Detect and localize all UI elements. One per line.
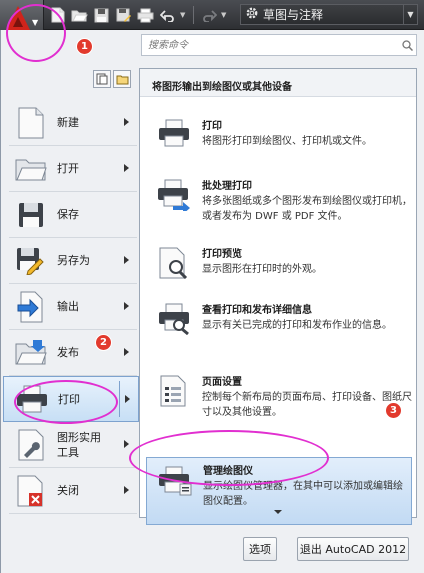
menu-item-label: 图形实用 工具 xyxy=(57,430,101,459)
new-file-icon xyxy=(11,103,51,143)
save-as-icon[interactable] xyxy=(114,6,133,25)
gear-icon xyxy=(245,6,259,23)
submenu-arrow-icon xyxy=(124,486,129,494)
menu-item-save-as[interactable]: 另存为 xyxy=(9,238,137,284)
chevron-down-icon[interactable]: ▼ xyxy=(403,5,417,24)
callout-badge-2: 2 xyxy=(95,334,112,351)
page-setup-icon xyxy=(154,375,194,415)
open-folder-icon[interactable] xyxy=(70,6,89,25)
submenu-arrow-icon xyxy=(124,302,129,310)
workspace-name: 草图与注释 xyxy=(263,8,324,22)
search-bar xyxy=(141,34,417,56)
submenu-item-title: 页面设置 xyxy=(202,377,242,388)
panel-title: 将图形输出到绘图仪或其他设备 xyxy=(140,69,416,97)
undo-icon[interactable] xyxy=(158,6,177,25)
submenu-item-batch-plot[interactable]: 批处理打印 将多张图纸或多个图形发布到绘图仪或打印机，或者发布为 DWF 或 P… xyxy=(146,173,412,239)
highlight-ring-app-button xyxy=(6,4,66,62)
recent-docs-toolbar xyxy=(93,70,131,88)
menu-item-close[interactable]: 关闭 xyxy=(9,468,137,514)
submenu-item-description: 显示有关已完成的打印和发布作业的信息。 xyxy=(202,320,392,331)
callout-badge-3: 3 xyxy=(385,402,402,419)
submenu-arrow-icon xyxy=(124,164,129,172)
batch-plot-icon xyxy=(154,179,194,219)
close-file-icon xyxy=(11,471,51,511)
menu-item-save[interactable]: 保存 xyxy=(9,192,137,238)
options-button[interactable]: 选项 xyxy=(243,537,277,561)
submenu-arrow-icon xyxy=(124,118,129,126)
publish-icon xyxy=(11,333,51,373)
submenu-item-plot-preview[interactable]: 打印预览 显示图形在打印时的外观。 xyxy=(146,241,412,303)
menu-item-label: 新建 xyxy=(57,116,79,129)
submenu-item-description: 控制每个新布局的页面布局、打印设备、图纸尺寸以及其他设置。 xyxy=(202,392,412,418)
submenu-item-plot[interactable]: 打印 将图形打印到绘图仪、打印机或文件。 xyxy=(146,113,412,175)
redo-dropdown-icon[interactable]: ▼ xyxy=(221,11,229,19)
callout-badge-1: 1 xyxy=(76,38,93,55)
quick-access-toolbar: ▼ ▼ xyxy=(48,4,229,26)
open-documents-icon[interactable] xyxy=(113,70,131,88)
menu-item-label: 打开 xyxy=(57,162,79,175)
submenu-item-description: 显示图形在打印时的外观。 xyxy=(202,264,322,275)
application-menu: 新建 打开 保存 另存为 输出 xyxy=(0,30,424,573)
save-disk-icon xyxy=(11,195,51,235)
submenu-item-title: 查看打印和发布详细信息 xyxy=(202,305,312,316)
menu-item-label: 输出 xyxy=(57,300,79,313)
recent-documents-icon[interactable] xyxy=(93,70,111,88)
menu-item-export[interactable]: 输出 xyxy=(9,284,137,330)
print-icon[interactable] xyxy=(136,6,155,25)
menu-item-label: 关闭 xyxy=(57,484,79,497)
submenu-arrow-icon xyxy=(124,256,129,264)
open-folder-icon xyxy=(11,149,51,189)
menu-item-label: 另存为 xyxy=(57,254,90,267)
submenu-arrow-icon[interactable] xyxy=(125,395,130,403)
submenu-item-description: 将多张图纸或多个图形发布到绘图仪或打印机，或者发布为 DWF 或 PDF 文件。 xyxy=(202,196,412,222)
submenu-item-title: 批处理打印 xyxy=(202,181,252,192)
workspace-switcher[interactable]: 草图与注释 ▼ xyxy=(240,4,418,25)
submenu-item-view-plot-details[interactable]: 查看打印和发布详细信息 显示有关已完成的打印和发布作业的信息。 xyxy=(146,297,412,363)
menu-item-publish[interactable]: 发布 xyxy=(9,330,137,376)
undo-dropdown-icon[interactable]: ▼ xyxy=(180,11,188,19)
exit-autocad-button[interactable]: 退出 AutoCAD 2012 xyxy=(297,537,409,561)
submenu-arrow-icon xyxy=(124,440,129,448)
printer-icon xyxy=(154,119,194,159)
export-icon xyxy=(11,287,51,327)
highlight-ring-print xyxy=(14,380,118,424)
command-list: 新建 打开 保存 另存为 输出 发布 打印 图形实用 工具 关闭 xyxy=(3,100,139,514)
scroll-down-arrow-icon[interactable] xyxy=(140,507,416,517)
menu-item-drawing-utilities[interactable]: 图形实用 工具 xyxy=(9,422,137,468)
search-icon[interactable] xyxy=(398,39,416,51)
submenu-item-page-setup[interactable]: 页面设置 控制每个新布局的页面布局、打印设备、图纸尺寸以及其他设置。 xyxy=(146,369,412,435)
wrench-icon xyxy=(11,425,51,465)
preview-magnifier-icon xyxy=(154,247,194,287)
toolbar-divider xyxy=(193,6,194,24)
plot-details-icon xyxy=(154,303,194,343)
save-disk-icon[interactable] xyxy=(92,6,111,25)
highlight-ring-manage-plotters xyxy=(129,430,329,486)
split-divider xyxy=(119,381,120,417)
submenu-item-title: 打印 xyxy=(202,121,222,132)
menu-item-label: 保存 xyxy=(57,208,79,221)
redo-icon[interactable] xyxy=(199,6,218,25)
menu-item-new[interactable]: 新建 xyxy=(9,100,137,146)
submenu-arrow-icon xyxy=(124,348,129,356)
submenu-item-title: 打印预览 xyxy=(202,249,242,260)
menu-item-open[interactable]: 打开 xyxy=(9,146,137,192)
save-as-icon xyxy=(11,241,51,281)
menu-item-label: 发布 xyxy=(57,346,79,359)
submenu-item-description: 将图形打印到绘图仪、打印机或文件。 xyxy=(202,136,372,147)
search-input[interactable] xyxy=(142,36,398,54)
